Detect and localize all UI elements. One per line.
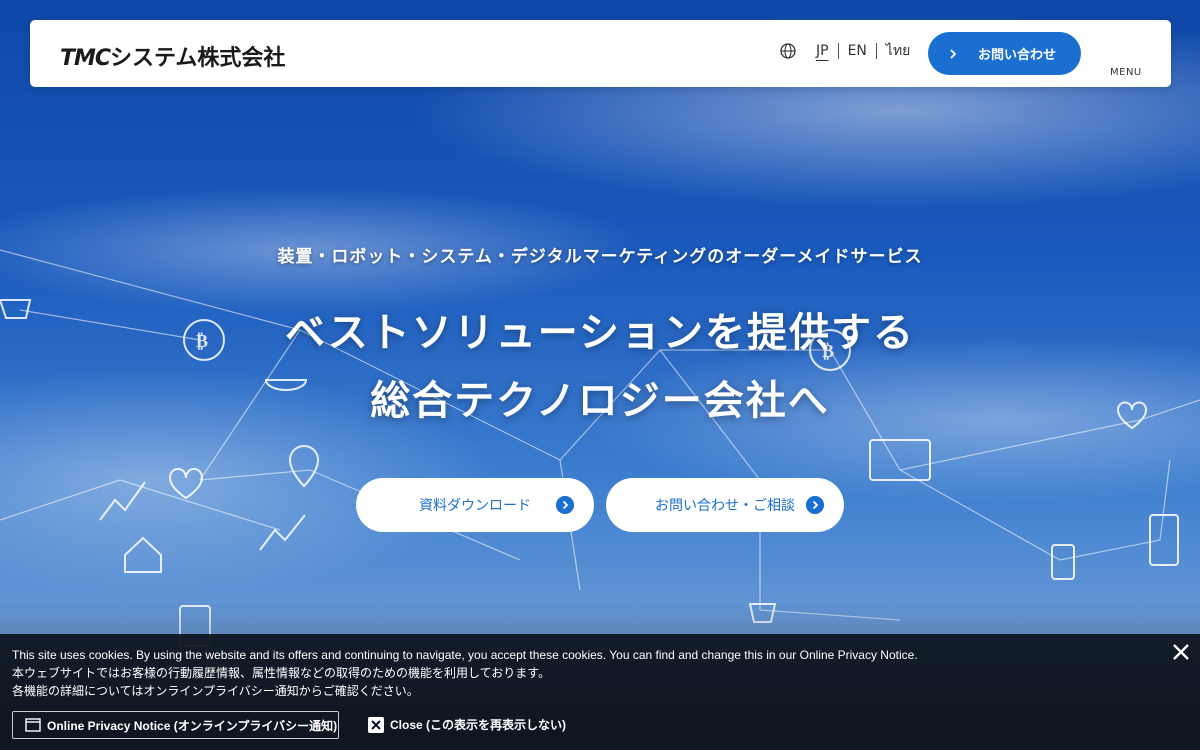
hero-subtitle: 装置・ロボット・システム・デジタルマーケティングのオーダーメイドサービス	[277, 247, 923, 267]
lang-jp[interactable]: JP	[807, 42, 838, 60]
cookie-message-jp-1: 本ウェブサイトではお客様の行動履歴情報、属性情報などの取得のための機能を利用して…	[12, 666, 551, 680]
cookie-message-en: This site uses cookies. By using the web…	[12, 648, 918, 662]
hero-headline-line2: 総合テクノロジー会社へ	[370, 378, 830, 424]
menu-icon[interactable]	[1120, 38, 1140, 58]
header-contact-label: お問い合わせ	[978, 48, 1057, 63]
contact-consult-button[interactable]: お問い合わせ・ご相談	[606, 478, 844, 532]
menu-label[interactable]: MENU	[1110, 67, 1142, 78]
contact-consult-label: お問い合わせ・ご相談	[655, 498, 795, 514]
hero-headline-line1: ベストソリューションを提供する	[285, 310, 915, 356]
cookie-banner: This site uses cookies. By using the web…	[0, 634, 1200, 750]
download-materials-button[interactable]: 資料ダウンロード	[356, 478, 594, 532]
cookie-message: This site uses cookies. By using the web…	[12, 646, 1112, 700]
site-header: TMCシステム株式会社 JP EN ไทย お問い合わせ MENU	[30, 20, 1171, 87]
chevron-right-icon	[950, 48, 957, 59]
close-banner-button[interactable]: Close (この表示を再表示しない)	[368, 716, 566, 733]
header-contact-button[interactable]: お問い合わせ	[928, 32, 1081, 75]
close-icon[interactable]	[1171, 642, 1191, 662]
company-logo[interactable]: TMCシステム株式会社	[60, 40, 285, 72]
download-materials-label: 資料ダウンロード	[419, 498, 531, 514]
window-icon	[25, 718, 41, 732]
lang-en[interactable]: EN	[839, 42, 876, 60]
privacy-notice-label: Online Privacy Notice (オンラインプライバシー通知)	[47, 718, 338, 733]
arrow-right-circle-icon	[806, 496, 824, 514]
arrow-right-circle-icon	[556, 496, 574, 514]
close-banner-label: Close (この表示を再表示しない)	[390, 718, 567, 732]
globe-icon	[780, 43, 796, 59]
privacy-notice-button[interactable]: Online Privacy Notice (オンラインプライバシー通知)	[12, 711, 339, 739]
cookie-message-jp-2: 各機能の詳細についてはオンラインプライバシー通知からご確認ください。	[12, 684, 419, 698]
language-switcher: JP EN ไทย	[780, 42, 919, 60]
lang-th[interactable]: ไทย	[877, 42, 919, 60]
close-box-icon	[368, 716, 384, 733]
